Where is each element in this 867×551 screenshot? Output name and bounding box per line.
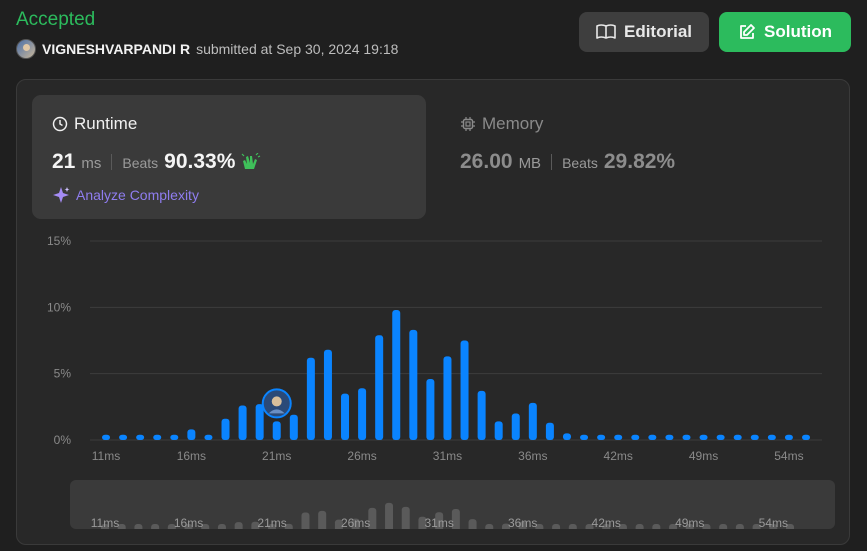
chart-bar <box>170 434 179 440</box>
navigator-bar <box>234 522 243 529</box>
x-tick-label: 49ms <box>689 449 718 463</box>
x-tick-label: 42ms <box>604 449 633 463</box>
chart-bar <box>409 329 418 440</box>
navigator-tick-label: 31ms <box>424 516 453 529</box>
chart-bar <box>580 434 589 440</box>
chart-bar <box>716 434 725 440</box>
x-tick-label: 36ms <box>518 449 547 463</box>
navigator-bar <box>719 524 728 529</box>
navigator-tick-label: 11ms <box>91 516 119 529</box>
chart-bar <box>648 434 657 440</box>
x-tick-label: 31ms <box>433 449 462 463</box>
chart-bar <box>187 429 196 440</box>
chart-bar <box>511 413 520 440</box>
x-tick-label: 26ms <box>347 449 376 463</box>
y-tick-label: 0% <box>54 433 72 447</box>
chart-bar <box>460 340 469 440</box>
chart-bar <box>802 434 810 440</box>
navigator-bar <box>552 524 561 529</box>
chart-bar <box>443 356 452 440</box>
chart-bar <box>528 402 537 440</box>
chart-bar <box>255 404 264 440</box>
chart-bar <box>477 390 486 440</box>
chart-bar <box>682 434 691 440</box>
chart-bar <box>289 414 298 440</box>
chart-bar <box>102 434 110 440</box>
chart-range-navigator[interactable]: 11ms 16ms 21ms 26ms 31ms 36ms 42ms 49ms 54ms <box>70 480 835 529</box>
chart-bar <box>426 378 435 440</box>
chart-bar <box>392 309 401 440</box>
chart-bar <box>238 405 247 440</box>
chart-bar <box>136 434 145 440</box>
y-tick-label: 10% <box>47 300 71 314</box>
chart-bar <box>494 421 503 440</box>
chart-bar <box>358 388 367 440</box>
navigator-bar <box>568 524 577 529</box>
y-tick-label: 5% <box>54 367 72 381</box>
navigator-bar <box>401 506 410 529</box>
navigator-bar <box>468 519 477 529</box>
chart-bar <box>306 357 315 440</box>
chart-bar <box>119 434 128 440</box>
navigator-bar <box>652 524 661 529</box>
navigator-tick-label: 36ms <box>508 516 537 529</box>
chart-bar <box>733 434 742 440</box>
navigator-bar <box>385 502 394 529</box>
navigator-bar <box>485 524 494 529</box>
chart-bar <box>341 393 350 440</box>
x-tick-label: 54ms <box>774 449 803 463</box>
navigator-bar <box>301 512 310 529</box>
chart-bar <box>631 434 640 440</box>
chart-bar <box>665 434 674 440</box>
navigator-bar <box>318 510 327 529</box>
chart-bar <box>750 434 759 440</box>
chart-bar <box>562 433 571 440</box>
chart-bar <box>767 434 776 440</box>
chart-bar <box>153 434 162 440</box>
navigator-bar <box>134 524 143 529</box>
chart-bar <box>597 434 606 440</box>
x-tick-label: 11ms <box>92 449 120 463</box>
chart-bar <box>204 434 213 440</box>
chart-bar <box>323 349 332 440</box>
navigator-bar <box>151 524 160 529</box>
chart-bar <box>699 434 708 440</box>
chart-bar <box>272 421 281 440</box>
chart-bar <box>375 335 384 440</box>
chart-bar <box>221 418 230 440</box>
navigator-tick-label: 49ms <box>675 516 704 529</box>
chart-bar <box>614 434 623 440</box>
x-tick-label: 21ms <box>262 449 291 463</box>
navigator-tick-label: 21ms <box>257 516 286 529</box>
navigator-bar <box>735 524 744 529</box>
x-tick-label: 16ms <box>177 449 206 463</box>
navigator-minimap: 11ms 16ms 21ms 26ms 31ms 36ms 42ms 49ms 54ms <box>91 502 794 529</box>
navigator-bar <box>635 524 644 529</box>
runtime-distribution-chart[interactable]: 0% 5% 10% 15% 11ms 16ms 21ms 26ms 31ms 36ms 42ms 49… <box>0 0 867 480</box>
navigator-tick-label: 16ms <box>174 516 203 529</box>
y-tick-label: 15% <box>47 234 71 248</box>
navigator-tick-label: 26ms <box>341 516 370 529</box>
navigator-tick-label: 42ms <box>592 516 621 529</box>
user-avatar-face <box>271 396 282 407</box>
navigator-bar <box>217 524 226 529</box>
navigator-tick-label: 54ms <box>759 516 788 529</box>
chart-bar <box>545 422 554 440</box>
chart-bar <box>784 434 793 440</box>
